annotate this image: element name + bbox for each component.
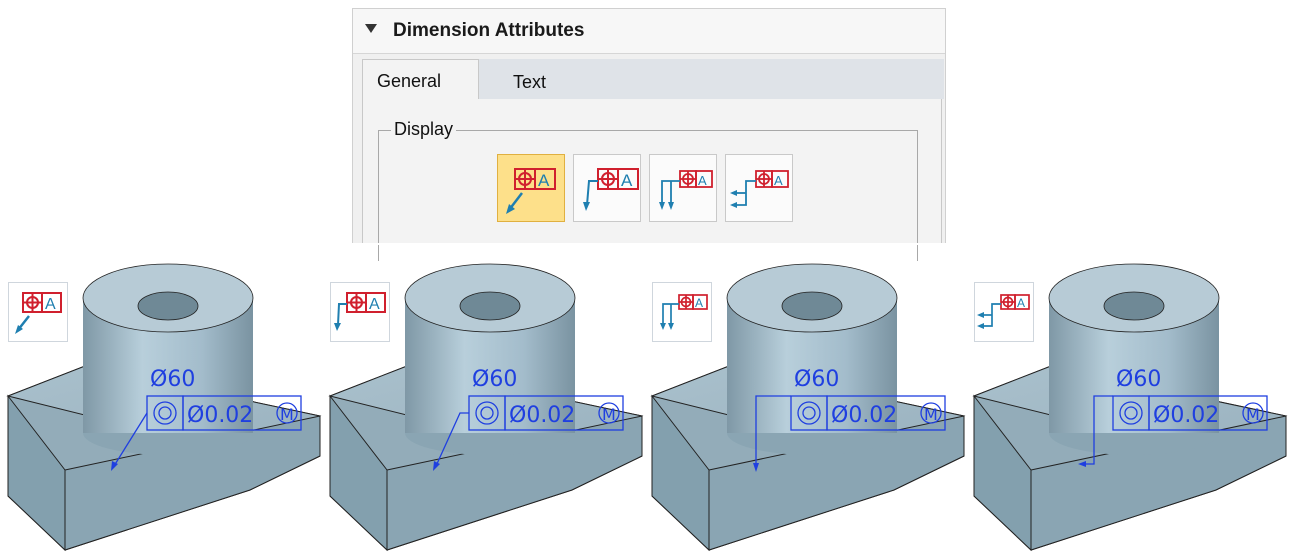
svg-text:M: M [280,405,294,424]
part-view-4: Ø60 Ø0.02 M [966,258,1293,553]
svg-text:Ø60: Ø60 [794,367,839,392]
collapse-triangle-icon[interactable] [365,24,377,33]
leader-angled-icon: A [506,168,556,214]
display-leader-jogged-button[interactable]: A [573,154,641,222]
display-group-frame [378,130,918,261]
svg-text:Ø0.02: Ø0.02 [187,403,253,428]
svg-text:A: A [698,173,707,188]
tab-bar: General Text [362,59,944,99]
part-view-3: Ø60 Ø0.02 M [644,258,974,553]
svg-text:Ø0.02: Ø0.02 [831,403,897,428]
svg-text:Ø60: Ø60 [1116,367,1161,392]
part-view-1: Ø60 Ø0.02 M [0,258,330,553]
dialog-header[interactable]: Dimension Attributes [353,9,945,54]
display-leader-angled-button[interactable]: A [497,154,565,222]
tab-general[interactable]: General [362,59,479,99]
svg-text:M: M [602,405,616,424]
svg-text:Ø60: Ø60 [472,367,517,392]
tab-text[interactable]: Text [479,59,559,99]
leader-jogged-icon: A [583,168,639,211]
display-group-label: Display [391,119,457,140]
svg-text:Ø0.02: Ø0.02 [1153,403,1219,428]
svg-text:M: M [924,405,938,424]
leader-side-icon: A [730,170,789,208]
svg-text:A: A [774,173,783,188]
display-leader-side-button[interactable]: A [725,154,793,222]
svg-text:M: M [1246,405,1260,424]
dialog-cutoff [352,243,946,245]
svg-text:A: A [538,171,550,190]
dialog-title: Dimension Attributes [393,20,585,41]
part-view-2: Ø60 Ø0.02 M [322,258,652,553]
svg-text:Ø60: Ø60 [150,367,195,392]
svg-text:Ø0.02: Ø0.02 [509,403,575,428]
leader-down-icon: A [659,170,713,210]
display-leader-down-button[interactable]: A [649,154,717,222]
svg-text:A: A [621,171,633,190]
